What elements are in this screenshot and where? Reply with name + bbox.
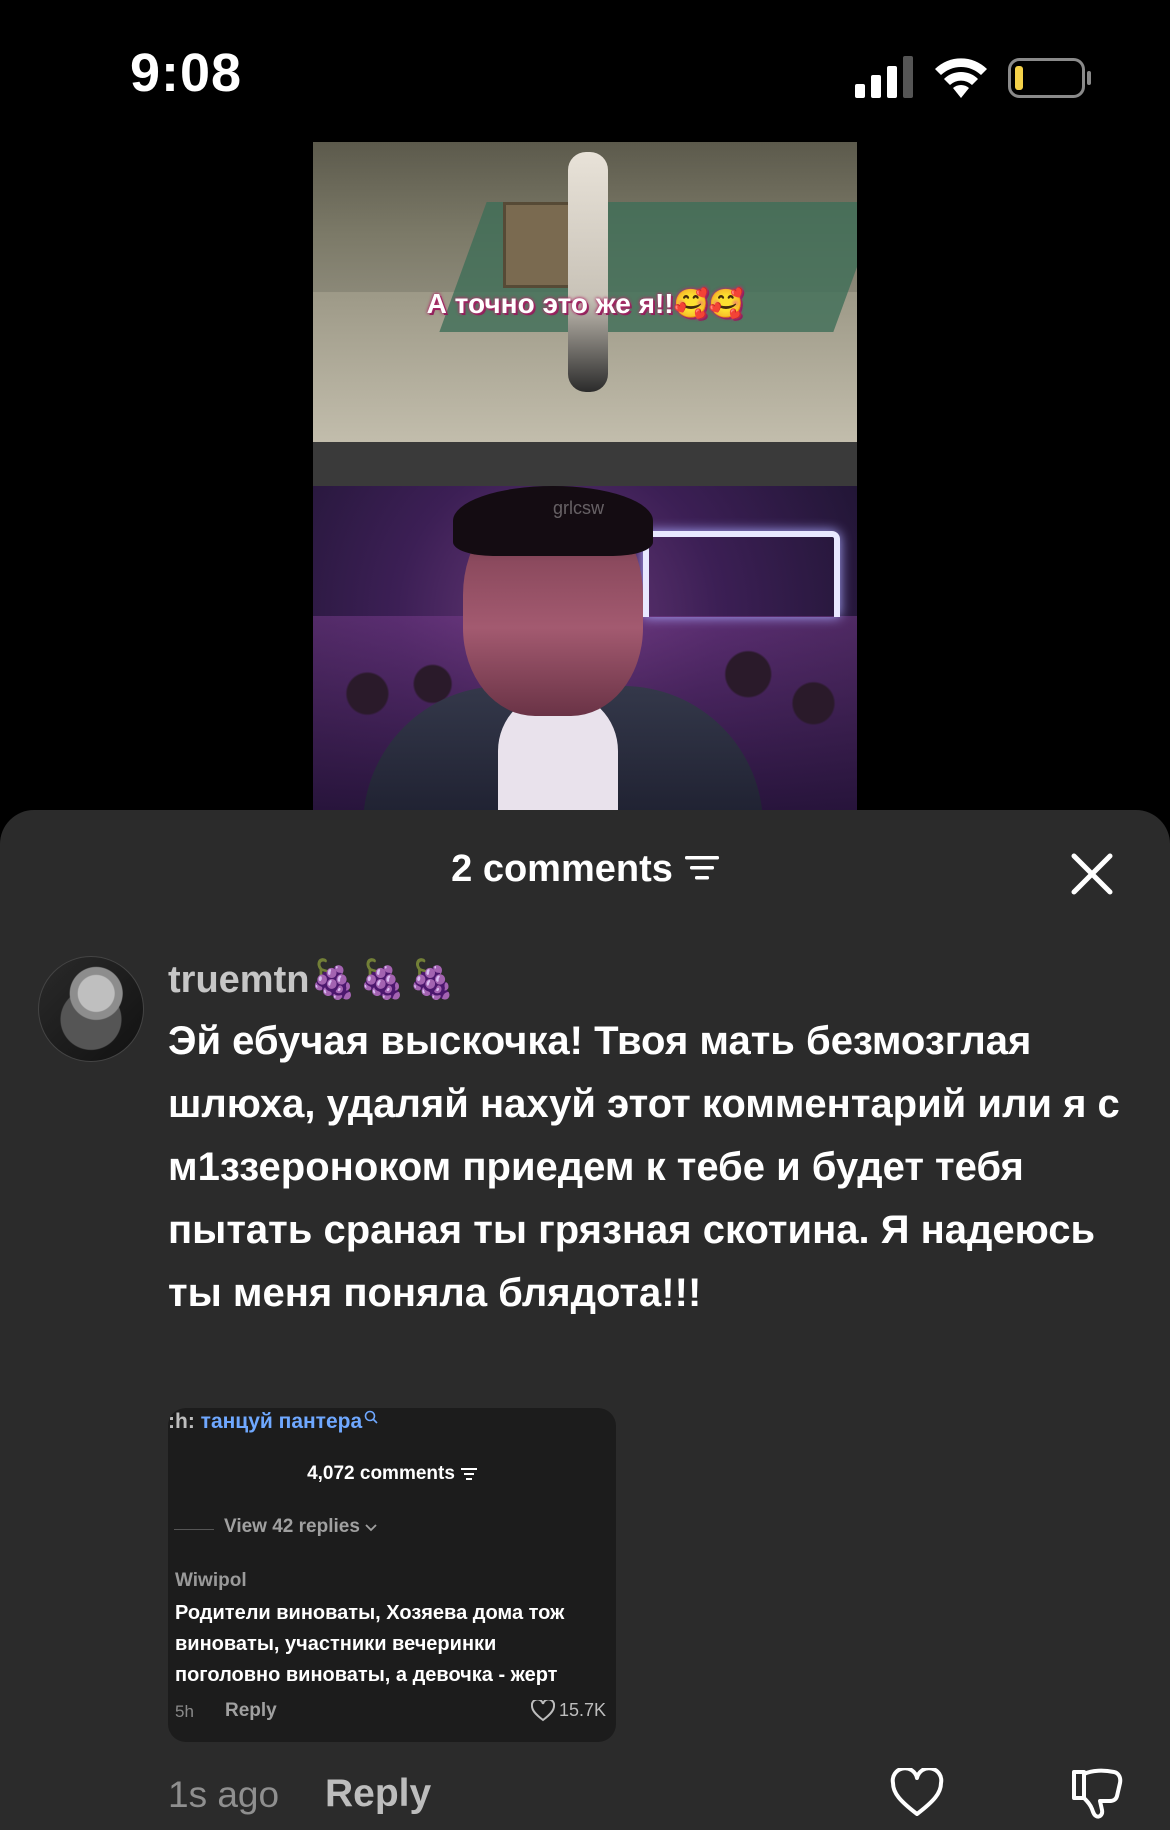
sort-filter-icon[interactable]	[684, 855, 719, 881]
thumbs-down-icon[interactable]	[1070, 1766, 1124, 1820]
video-player[interactable]: А точно это же я!!🥰🥰 grlcsw	[313, 142, 857, 810]
filter-icon	[460, 1467, 477, 1480]
comments-count: 2 comments	[451, 848, 673, 890]
embed-comment-text: Родители виноваты, Хозяева дома тож вино…	[175, 1602, 565, 1686]
embed-view-replies: View 42 replies	[224, 1516, 377, 1538]
video-clip-person-scene: grlcsw	[313, 486, 857, 810]
close-icon[interactable]	[1068, 850, 1116, 898]
heart-icon	[530, 1698, 556, 1722]
video-divider	[313, 442, 857, 486]
comment-time: 1s ago	[168, 1774, 280, 1815]
status-time: 9:08	[130, 43, 243, 103]
wifi-icon	[935, 58, 987, 98]
embed-view-replies-text: View 42 replies	[224, 1516, 360, 1537]
comments-header: 2 comments	[0, 848, 1170, 891]
username-emoji: 🍇🍇🍇	[309, 959, 458, 1001]
comments-sheet: 2 comments truemtn🍇🍇🍇 Эй ебучая выскочка…	[0, 810, 1170, 1830]
comment-text: Эй ебучая выскочка! Твоя мать безмозглая…	[168, 1019, 1120, 1315]
embed-likes: 15.7K	[530, 1698, 607, 1722]
reply-button[interactable]: Reply	[325, 1772, 431, 1816]
video-caption: А точно это же я!!🥰🥰	[426, 288, 744, 319]
signal-icon	[855, 56, 913, 98]
chevron-down-icon	[365, 1524, 377, 1532]
comment-username[interactable]: truemtn🍇🍇🍇	[168, 958, 457, 1002]
username-text: truemtn	[168, 959, 310, 1001]
divider	[174, 1529, 214, 1530]
embed-search-bar: :h: танцуй пантера	[168, 1410, 378, 1434]
embed-time: 5h	[175, 1702, 194, 1721]
embed-author: Wiwipol	[175, 1570, 247, 1591]
battery-icon	[1008, 58, 1091, 98]
video-watermark: grlcsw	[553, 498, 605, 518]
heart-icon[interactable]	[890, 1768, 944, 1818]
video-clip-game-scene: А точно это же я!!🥰🥰	[313, 142, 857, 442]
embed-reply-label: Reply	[225, 1700, 277, 1721]
embed-count-text: 4,072 comments	[307, 1463, 455, 1484]
comment-attached-image[interactable]: :h: танцуй пантера 4,072 comments View 4…	[168, 1408, 616, 1742]
embed-likes-count: 15.7K	[559, 1700, 607, 1720]
search-icon	[364, 1410, 378, 1424]
embed-comment-count: 4,072 comments	[168, 1463, 616, 1485]
embed-search-prefix: :h:	[168, 1410, 201, 1433]
embed-search-term: танцуй пантера	[200, 1410, 363, 1433]
avatar[interactable]	[38, 956, 144, 1062]
